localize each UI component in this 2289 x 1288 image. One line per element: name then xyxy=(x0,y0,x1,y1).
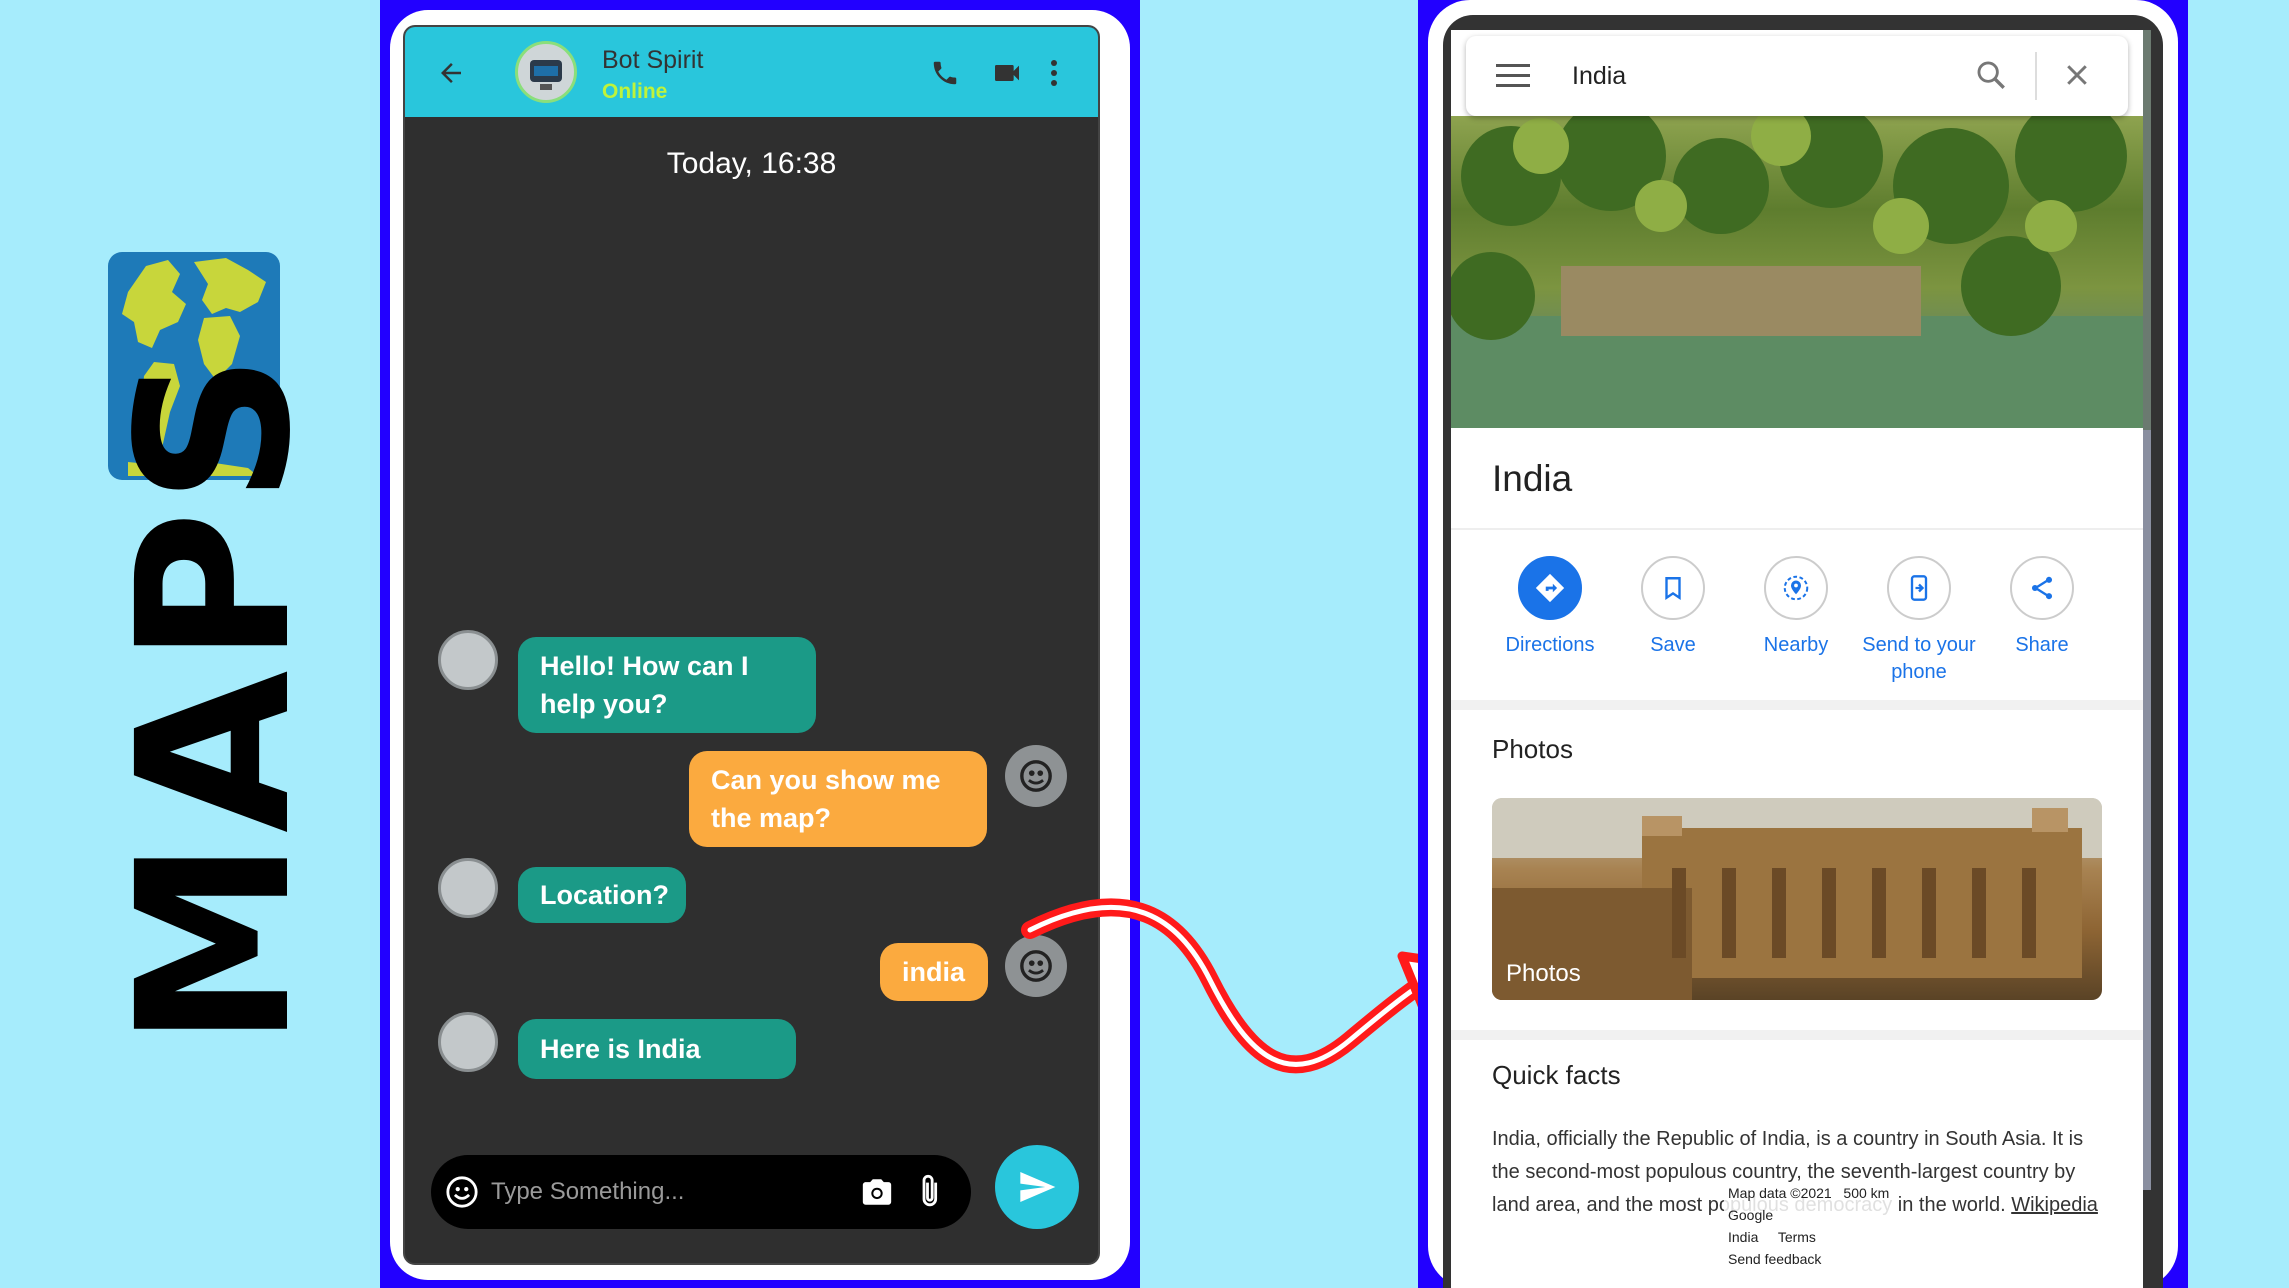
red-arrow-icon xyxy=(1021,898,1463,1074)
map-attribution: Map data ©2021 500 km Google India Terms… xyxy=(1724,1182,1894,1270)
back-arrow-icon[interactable] xyxy=(431,53,471,93)
save-button[interactable]: Save xyxy=(1608,556,1738,659)
user-message: india xyxy=(880,943,988,1001)
send-button[interactable] xyxy=(995,1145,1079,1229)
emoji-icon[interactable] xyxy=(445,1175,479,1209)
maps-search-input[interactable] xyxy=(1572,56,1952,96)
scrollbar[interactable] xyxy=(2143,430,2151,1190)
bot-message-avatar xyxy=(438,630,498,690)
quick-facts-title: Quick facts xyxy=(1492,1060,1621,1090)
directions-button[interactable]: Directions xyxy=(1485,556,1615,659)
nearby-button[interactable]: Nearby xyxy=(1731,556,1861,659)
send-icon xyxy=(1020,1172,1056,1202)
place-title: India xyxy=(1492,458,1573,499)
bot-avatar[interactable] xyxy=(515,41,577,103)
user-message: Can you show me the map? xyxy=(689,751,987,847)
message-input[interactable] xyxy=(491,1171,821,1213)
share-icon xyxy=(2031,576,2053,600)
photos-section-title: Photos xyxy=(1492,734,1573,764)
bot-name: Bot Spirit xyxy=(602,46,704,74)
message-input-bar xyxy=(431,1155,971,1229)
search-icon[interactable] xyxy=(1974,58,2010,94)
phone-icon[interactable] xyxy=(925,53,965,93)
share-button[interactable]: Share xyxy=(1977,556,2107,659)
place-hero-image[interactable] xyxy=(1451,116,2143,428)
directions-icon xyxy=(1535,573,1565,603)
attachment-icon[interactable] xyxy=(917,1173,945,1211)
wikipedia-link[interactable]: Wikipedia xyxy=(2011,1194,2098,1216)
chat-date: Today, 16:38 xyxy=(666,147,837,180)
camera-icon[interactable] xyxy=(859,1175,895,1209)
send-to-phone-icon xyxy=(1910,575,1928,601)
bot-message-avatar xyxy=(438,858,498,918)
video-call-icon[interactable] xyxy=(987,53,1027,93)
send-feedback-link[interactable]: Send feedback xyxy=(1728,1251,1821,1267)
close-icon[interactable] xyxy=(2062,60,2094,92)
chat-screen: Bot Spirit Online Today, 16:38 Hello! Ho… xyxy=(403,25,1100,1265)
user-avatar-icon xyxy=(1005,745,1067,807)
send-to-phone-button[interactable]: Send to your phone xyxy=(1854,556,1984,686)
bookmark-icon xyxy=(1665,577,1681,600)
chat-header: Bot Spirit Online xyxy=(405,27,1098,117)
map-scale: 500 km xyxy=(1843,1185,1890,1201)
menu-icon[interactable] xyxy=(1496,62,1532,90)
nearby-icon xyxy=(1783,575,1809,601)
maps-search-bar xyxy=(1466,36,2128,116)
bot-message: Hello! How can I help you? xyxy=(518,637,816,733)
photos-thumbnail[interactable]: Photos xyxy=(1492,798,2102,1000)
bot-status: Online xyxy=(602,80,668,103)
brand-title: MAPS xyxy=(92,347,337,1048)
photos-label: Photos xyxy=(1506,960,1581,987)
bot-message: Here is India xyxy=(518,1019,796,1079)
terms-link[interactable]: Terms xyxy=(1778,1229,1816,1245)
bot-message: Location? xyxy=(518,867,686,923)
more-options-icon[interactable] xyxy=(1039,53,1069,93)
bot-message-avatar xyxy=(438,1012,498,1072)
